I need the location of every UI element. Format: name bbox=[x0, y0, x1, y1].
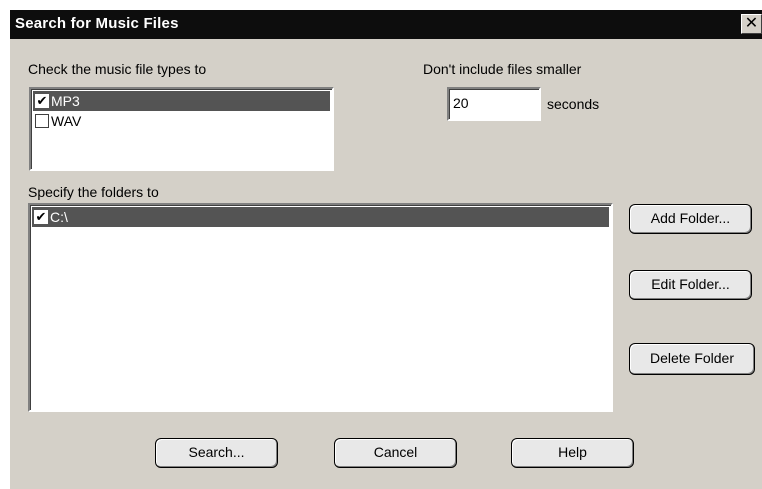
checkbox-mp3[interactable]: ✔ bbox=[35, 94, 49, 108]
folder-item-label: C:\ bbox=[50, 209, 68, 225]
file-type-item-mp3[interactable]: ✔ MP3 bbox=[33, 91, 330, 111]
edit-folder-button[interactable]: Edit Folder... bbox=[629, 270, 752, 300]
search-button[interactable]: Search... bbox=[155, 438, 278, 468]
dialog-title: Search for Music Files bbox=[15, 15, 179, 32]
min-size-unit: seconds bbox=[547, 96, 600, 112]
add-folder-button[interactable]: Add Folder... bbox=[629, 204, 752, 234]
file-type-label-wav: WAV bbox=[51, 113, 82, 129]
file-type-item-wav[interactable]: WAV bbox=[33, 111, 330, 131]
folders-list[interactable]: ✔ C:\ bbox=[28, 203, 613, 412]
checkbox-folder[interactable]: ✔ bbox=[34, 210, 48, 224]
checkbox-wav[interactable] bbox=[35, 114, 49, 128]
file-types-list[interactable]: ✔ MP3 WAV bbox=[29, 87, 334, 171]
delete-folder-button[interactable]: Delete Folder bbox=[629, 343, 755, 375]
min-size-input[interactable]: 20 bbox=[447, 87, 541, 121]
cancel-button[interactable]: Cancel bbox=[334, 438, 457, 468]
help-button[interactable]: Help bbox=[511, 438, 634, 468]
search-music-dialog: Search for Music Files ✕ Check the music… bbox=[10, 10, 762, 489]
min-size-label: Don't include files smaller bbox=[423, 61, 582, 77]
file-types-label: Check the music file types to bbox=[28, 61, 207, 77]
folder-item[interactable]: ✔ C:\ bbox=[32, 207, 609, 227]
close-icon[interactable]: ✕ bbox=[741, 14, 762, 34]
folders-label: Specify the folders to bbox=[28, 184, 159, 200]
title-bar[interactable]: Search for Music Files ✕ bbox=[10, 10, 762, 39]
file-type-label-mp3: MP3 bbox=[51, 93, 80, 109]
